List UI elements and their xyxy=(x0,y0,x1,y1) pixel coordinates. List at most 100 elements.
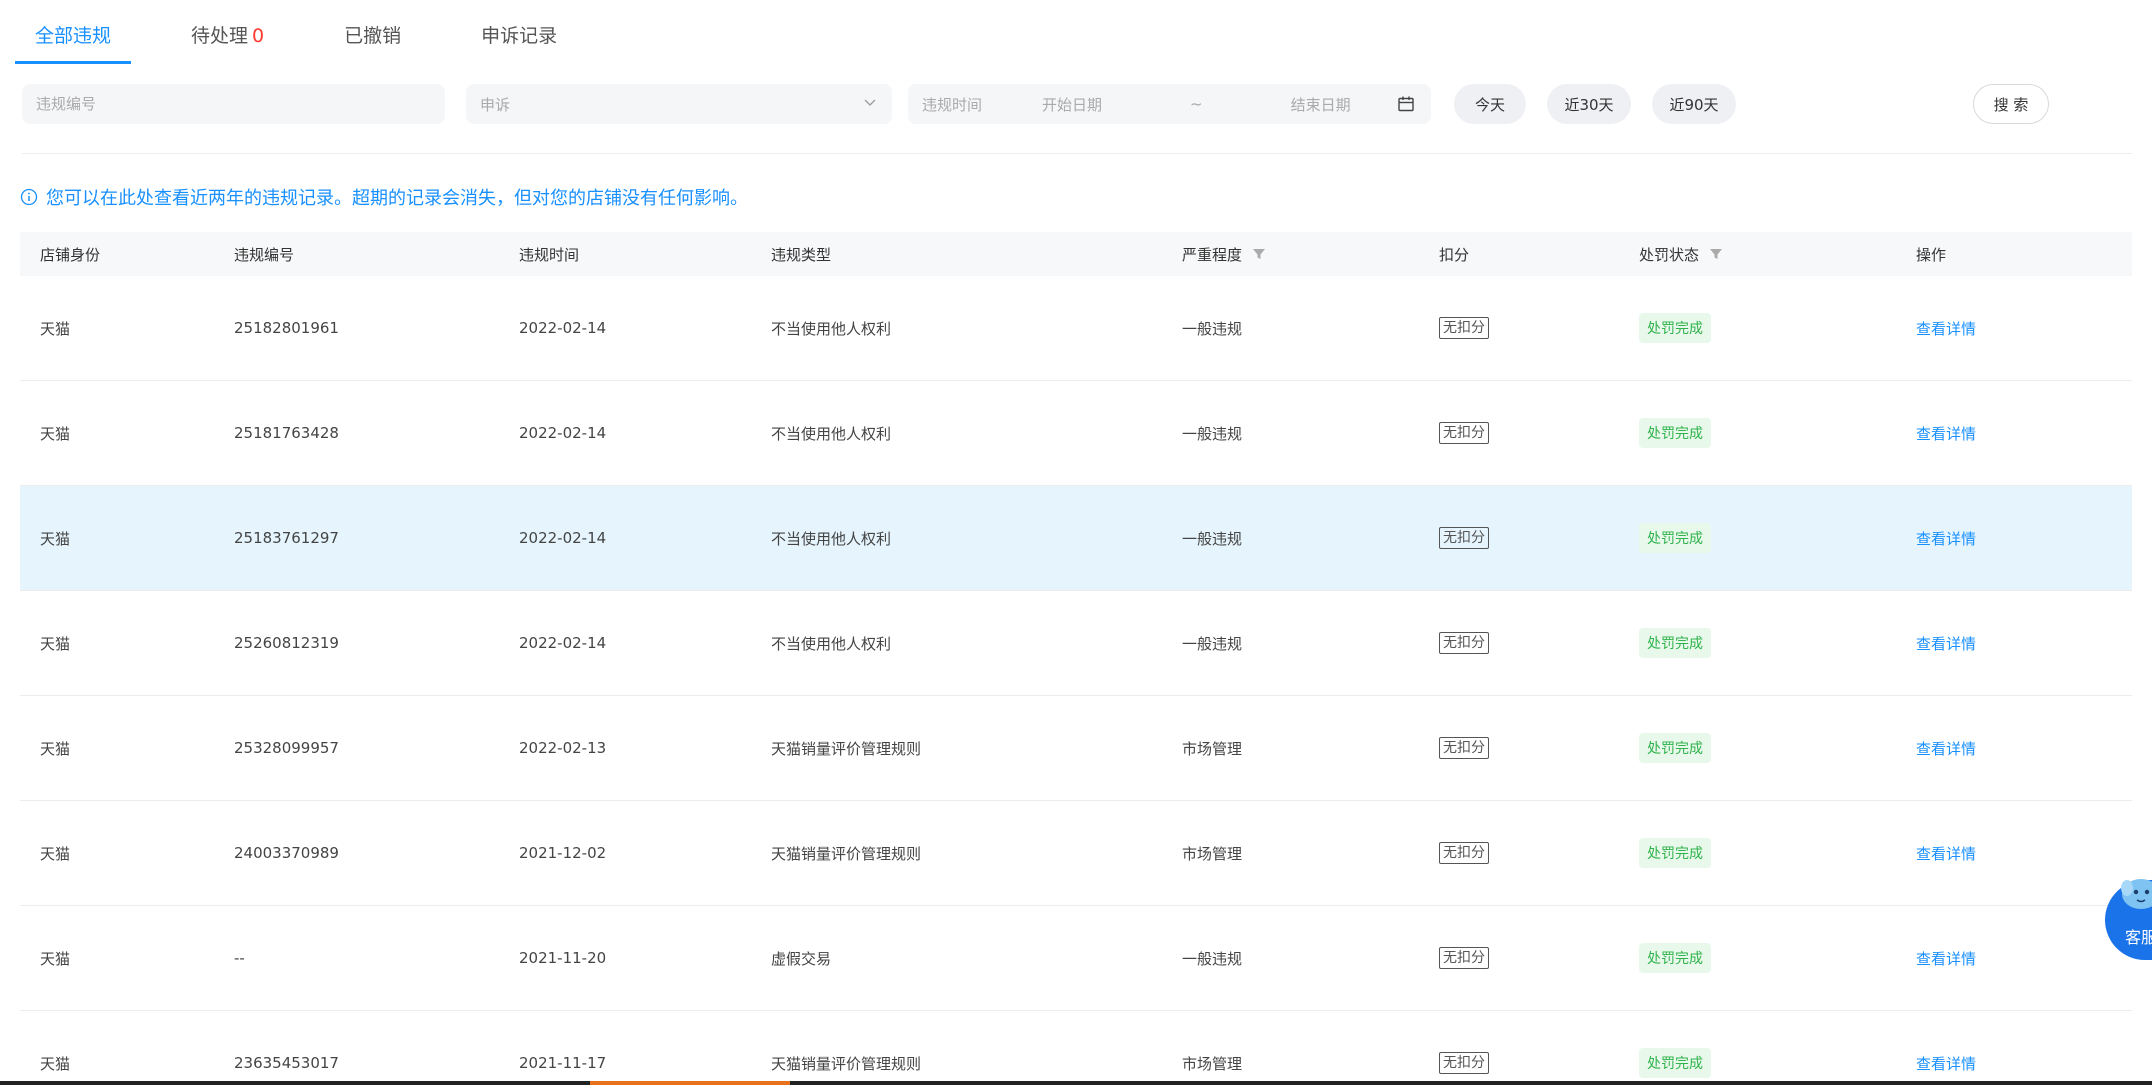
cell-score: 无扣分 xyxy=(1439,632,1639,654)
cell-shop: 天猫 xyxy=(40,949,71,968)
cell-violation-no: 25182801961 xyxy=(234,319,339,337)
cell-severity: 市场管理 xyxy=(1182,844,1243,863)
column-header-violation-no: 违规编号 xyxy=(234,245,295,264)
violations-table: 店铺身份 违规编号 违规时间 违规类型 严重程度 扣分 处罚状态 操作 天猫 25… xyxy=(20,232,2132,1085)
bottom-bar xyxy=(0,1081,2152,1085)
cell-violation-type: 天猫销量评价管理规则 xyxy=(771,844,922,863)
table-row[interactable]: 天猫 -- 2021-11-20 虚假交易 一般违规 无扣分 处罚完成 查看详情 xyxy=(20,906,2132,1011)
score-tag: 无扣分 xyxy=(1439,1052,1489,1074)
cell-violation-no: 25183761297 xyxy=(234,529,339,547)
tab-bar: 全部违规 待处理 0 已撤销 申诉记录 xyxy=(15,0,617,64)
score-tag: 无扣分 xyxy=(1439,842,1489,864)
violation-no-input[interactable] xyxy=(36,95,431,113)
cell-violation-time: 2021-12-02 xyxy=(519,844,607,862)
table-row[interactable]: 天猫 25260812319 2022-02-14 不当使用他人权利 一般违规 无扣分 处罚… xyxy=(20,591,2132,696)
cell-score: 无扣分 xyxy=(1439,527,1639,549)
cell-severity: 一般违规 xyxy=(1182,949,1243,968)
filter-icon[interactable] xyxy=(1709,247,1723,261)
view-details-link[interactable]: 查看详情 xyxy=(1916,425,1976,443)
tab-all-violations[interactable]: 全部违规 xyxy=(15,0,132,64)
status-badge: 处罚完成 xyxy=(1639,838,1711,868)
cell-shop: 天猫 xyxy=(40,319,71,338)
cell-score: 无扣分 xyxy=(1439,842,1639,864)
cell-violation-no: 23635453017 xyxy=(234,1054,339,1072)
cell-shop: 天猫 xyxy=(40,634,71,653)
score-tag: 无扣分 xyxy=(1439,527,1489,549)
appeal-select[interactable]: 申诉 xyxy=(466,84,892,124)
cell-penalty-status: 处罚完成 xyxy=(1639,313,1916,343)
cell-penalty-status: 处罚完成 xyxy=(1639,523,1916,553)
cell-action: 查看详情 xyxy=(1916,318,2132,339)
view-details-link[interactable]: 查看详情 xyxy=(1916,740,1976,758)
status-badge: 处罚完成 xyxy=(1639,523,1711,553)
violation-records-page: 全部违规 待处理0 已撤销 申诉记录 申诉 违规时间 开始日期 ~ 结束日期 xyxy=(0,0,2152,1085)
quick-range-30-days-button[interactable]: 近30天 xyxy=(1547,84,1631,124)
date-range-label: 违规时间 xyxy=(922,95,983,114)
cell-action: 查看详情 xyxy=(1916,738,2132,759)
cell-violation-type: 不当使用他人权利 xyxy=(771,424,892,443)
view-details-link[interactable]: 查看详情 xyxy=(1916,530,1976,548)
view-details-link[interactable]: 查看详情 xyxy=(1916,635,1976,653)
cell-violation-time: 2022-02-14 xyxy=(519,529,607,547)
filter-icon[interactable] xyxy=(1252,247,1266,261)
table-row[interactable]: 天猫 23635453017 2021-11-17 天猫销量评价管理规则 市场管理 无扣分… xyxy=(20,1011,2132,1085)
quick-range-today-button[interactable]: 今天 xyxy=(1454,84,1526,124)
cell-action: 查看详情 xyxy=(1916,423,2132,444)
cell-severity: 一般违规 xyxy=(1182,529,1243,548)
cell-action: 查看详情 xyxy=(1916,1053,2132,1074)
cell-shop: 天猫 xyxy=(40,1054,71,1073)
start-date-field[interactable]: 开始日期 xyxy=(1042,94,1102,115)
violation-no-field-wrapper xyxy=(22,84,445,124)
score-tag: 无扣分 xyxy=(1439,737,1489,759)
view-details-link[interactable]: 查看详情 xyxy=(1916,845,1976,863)
tab-pending[interactable]: 待处理 0 xyxy=(171,0,284,64)
status-badge: 处罚完成 xyxy=(1639,313,1711,343)
cell-violation-no: 25260812319 xyxy=(234,634,339,652)
score-tag: 无扣分 xyxy=(1439,632,1489,654)
cell-shop: 天猫 xyxy=(40,844,71,863)
cell-violation-type: 不当使用他人权利 xyxy=(771,529,892,548)
table-header: 店铺身份 违规编号 违规时间 违规类型 严重程度 扣分 处罚状态 操作 xyxy=(20,232,2132,276)
view-details-link[interactable]: 查看详情 xyxy=(1916,1055,1976,1073)
tab-revoked[interactable]: 已撤销 xyxy=(324,0,421,64)
table-body: 天猫 25182801961 2022-02-14 不当使用他人权利 一般违规 无扣分 处罚… xyxy=(20,276,2132,1085)
cell-severity: 一般违规 xyxy=(1182,634,1243,653)
cell-violation-type: 虚假交易 xyxy=(771,949,832,968)
filter-bar: 申诉 违规时间 开始日期 ~ 结束日期 今天 近30天 近90天 搜 索 xyxy=(22,84,2132,124)
cell-score: 无扣分 xyxy=(1439,737,1639,759)
cell-violation-time: 2021-11-17 xyxy=(519,1054,607,1072)
search-button[interactable]: 搜 索 xyxy=(1973,84,2049,124)
view-details-link[interactable]: 查看详情 xyxy=(1916,950,1976,968)
table-row[interactable]: 天猫 25328099957 2022-02-13 天猫销量评价管理规则 市场管理 无扣分… xyxy=(20,696,2132,801)
table-row[interactable]: 天猫 25182801961 2022-02-14 不当使用他人权利 一般违规 无扣分 处罚… xyxy=(20,276,2132,381)
retention-notice: 您可以在此处查看近两年的违规记录。超期的记录会消失，但对您的店铺没有任何影响。 xyxy=(20,184,748,210)
column-header-action: 操作 xyxy=(1916,245,1947,264)
cell-severity: 一般违规 xyxy=(1182,319,1243,338)
notice-text: 您可以在此处查看近两年的违规记录。超期的记录会消失，但对您的店铺没有任何影响。 xyxy=(46,188,748,209)
pending-count-badge: 0 xyxy=(252,25,265,47)
quick-range-90-days-button[interactable]: 近90天 xyxy=(1652,84,1736,124)
table-row[interactable]: 天猫 25183761297 2022-02-14 不当使用他人权利 一般违规 无扣分 处罚… xyxy=(20,486,2132,591)
tab-appeal-records[interactable]: 申诉记录 xyxy=(461,0,577,64)
cell-violation-time: 2022-02-14 xyxy=(519,319,607,337)
cell-score: 无扣分 xyxy=(1439,317,1639,339)
table-row[interactable]: 天猫 24003370989 2021-12-02 天猫销量评价管理规则 市场管理 无扣分… xyxy=(20,801,2132,906)
table-row[interactable]: 天猫 25181763428 2022-02-14 不当使用他人权利 一般违规 无扣分 处罚… xyxy=(20,381,2132,486)
cell-penalty-status: 处罚完成 xyxy=(1639,628,1916,658)
cell-violation-no: 25181763428 xyxy=(234,424,339,442)
status-badge: 处罚完成 xyxy=(1639,628,1711,658)
view-details-link[interactable]: 查看详情 xyxy=(1916,320,1976,338)
cell-violation-time: 2022-02-14 xyxy=(519,634,607,652)
cell-shop: 天猫 xyxy=(40,739,71,758)
column-header-violation-time: 违规时间 xyxy=(519,245,580,264)
status-badge: 处罚完成 xyxy=(1639,943,1711,973)
cell-shop: 天猫 xyxy=(40,529,71,548)
cell-severity: 市场管理 xyxy=(1182,739,1243,758)
appeal-select-value: 申诉 xyxy=(480,95,511,114)
calendar-icon xyxy=(1398,96,1414,112)
filter-divider xyxy=(22,153,2132,154)
score-tag: 无扣分 xyxy=(1439,422,1489,444)
date-range-picker[interactable]: 违规时间 开始日期 ~ 结束日期 xyxy=(908,84,1431,124)
end-date-field[interactable]: 结束日期 xyxy=(1291,94,1351,115)
cell-violation-time: 2022-02-13 xyxy=(519,739,607,757)
